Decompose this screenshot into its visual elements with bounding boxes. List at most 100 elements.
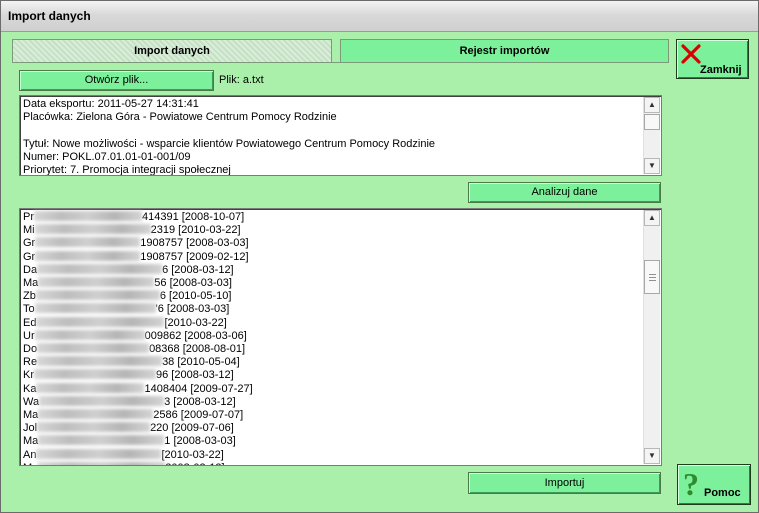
import-button[interactable]: Importuj [468, 472, 661, 494]
scroll-down-icon[interactable]: ▼ [644, 158, 660, 174]
record-row[interactable]: Da 6 [2008-03-12] [23, 263, 641, 277]
scroll-thumb[interactable] [644, 114, 660, 130]
record-row[interactable]: Re 38 [2010-05-04] [23, 356, 641, 369]
export-info-text: Data eksportu: 2011-05-27 14:31:41 Placów… [23, 98, 641, 175]
redacted-text [38, 409, 154, 420]
redacted-text [35, 290, 160, 301]
record-row[interactable]: Ed [2010-03-22] [23, 316, 641, 330]
record-id-date: 1 [2008-03-03] [164, 435, 236, 448]
record-row[interactable]: Ur 009862 [2008-03-06] [23, 329, 641, 343]
redacted-text [36, 448, 162, 459]
close-button[interactable]: Zamknij [676, 39, 749, 79]
record-name-prefix: Ma [23, 277, 39, 290]
record-name-prefix: Ka [23, 382, 37, 395]
redacted-text [34, 369, 156, 380]
record-row[interactable]: Jol 220 [2009-07-06] [23, 422, 641, 435]
record-id-date: 96 [2008-03-12] [156, 369, 234, 382]
record-name-prefix: Zb [23, 290, 36, 303]
redacted-text [34, 303, 156, 314]
title-bar[interactable]: Import danych [1, 1, 758, 32]
record-id-date: 1408404 [2009-07-27] [144, 382, 253, 395]
redacted-text [36, 382, 145, 393]
help-button[interactable]: ? Pomoc [677, 464, 751, 505]
record-id-date: [2010-03-22] [161, 448, 224, 461]
redacted-text [38, 277, 155, 288]
redacted-text [34, 211, 142, 221]
records-list[interactable]: Pr 414391 [2008-10-07] Mi 2319 [2010-03-22]… [19, 208, 662, 466]
record-id-date: 220 [2009-07-06] [150, 422, 234, 435]
info-line: Data eksportu: 2011-05-27 14:31:41 [23, 98, 199, 110]
record-row[interactable]: To '6 [2008-03-03] [23, 303, 641, 316]
tab-panel-border [12, 62, 668, 63]
scroll-up-icon[interactable]: ▲ [644, 97, 660, 113]
record-id-date: 414391 [2008-10-07] [142, 211, 245, 223]
open-file-button[interactable]: Otwórz plik... [19, 70, 214, 91]
record-row[interactable]: Do 08368 [2008-08-01] [23, 343, 641, 356]
record-id-date: 2319 [2010-03-22] [150, 224, 241, 237]
record-name-prefix: Gr [23, 237, 36, 250]
tab-import-danych[interactable]: Import danych [12, 39, 332, 63]
record-name-prefix: An [23, 448, 37, 461]
record-id-date: 1908757 [2008-03-03] [140, 237, 249, 250]
record-id-date: 009862 [2008-03-06] [144, 329, 247, 342]
tab-rejestr-importow[interactable]: Rejestr importów [340, 39, 669, 63]
redacted-text [34, 224, 151, 235]
record-id-date: 1908757 [2009-02-12] [140, 250, 249, 263]
record-row[interactable]: Gr 1908757 [2008-03-03] [23, 237, 641, 250]
window-title: Import danych [8, 9, 91, 23]
help-button-label: Pomoc [704, 487, 741, 499]
record-row[interactable]: Zb 6 [2010-05-10] [23, 290, 641, 303]
record-name-prefix: Ed [23, 316, 37, 329]
record-id-date: 3 [2008-03-12] [164, 395, 236, 408]
redacted-text [34, 329, 145, 340]
redacted-text [35, 237, 141, 248]
info-scrollbar[interactable]: ▲ ▼ [643, 97, 660, 174]
record-row[interactable]: Kr 96 [2008-03-12] [23, 369, 641, 382]
scroll-down-icon[interactable]: ▼ [644, 448, 660, 464]
redacted-text [37, 422, 151, 433]
record-row[interactable]: An [2010-03-22] [23, 448, 641, 462]
records-list-content: Pr 414391 [2008-10-07] Mi 2319 [2010-03-22]… [23, 211, 641, 465]
record-row[interactable]: Ka 1408404 [2009-07-27] [23, 382, 641, 396]
redacted-text [39, 395, 165, 406]
record-row[interactable]: Pr 414391 [2008-10-07] [23, 211, 641, 224]
redacted-text [37, 356, 163, 367]
record-name-prefix: Ma [23, 435, 39, 448]
redacted-text [37, 343, 150, 354]
close-icon [681, 44, 701, 64]
info-line: Tytuł: Nowe możliwości - wsparcie klient… [23, 137, 436, 150]
scroll-up-icon[interactable]: ▲ [644, 210, 660, 226]
record-name-prefix: Pr [23, 211, 34, 223]
record-name-prefix: Ur [23, 329, 35, 342]
record-name-prefix: Re [23, 356, 38, 369]
record-name-prefix: Jol [23, 422, 38, 435]
file-label: Plik: a.txt [219, 74, 264, 86]
record-name-prefix: Wa [23, 395, 40, 408]
record-id-date: 38 [2010-05-04] [162, 356, 240, 369]
record-row[interactable]: Ma 56 [2008-03-03] [23, 277, 641, 290]
record-id-date: [2010-03-22] [164, 316, 227, 329]
scroll-thumb[interactable] [644, 260, 660, 294]
record-id-date: 6 [2008-03-12] [162, 263, 234, 276]
record-id-date: 56 [2008-03-03] [154, 277, 232, 290]
redacted-text [38, 435, 165, 446]
record-row[interactable]: Ma 2586 [2009-07-07] [23, 409, 641, 422]
redacted-text [35, 250, 141, 261]
question-mark-icon: ? [683, 468, 699, 501]
record-row[interactable]: Ma 2008-03-12] [23, 461, 641, 465]
record-row[interactable]: Ma 1 [2008-03-03] [23, 435, 641, 448]
info-line: Numer: POKL.07.01.01-01-001/09 [23, 150, 191, 163]
record-id-date: '6 [2008-03-03] [155, 303, 230, 316]
redacted-text [38, 461, 166, 465]
export-info-textbox[interactable]: Data eksportu: 2011-05-27 14:31:41 Placów… [19, 95, 662, 176]
record-row[interactable]: Gr 1908757 [2009-02-12] [23, 250, 641, 264]
record-name-prefix: Da [23, 263, 38, 276]
record-name-prefix: Gr [23, 250, 36, 263]
record-row[interactable]: Mi 2319 [2010-03-22] [23, 224, 641, 237]
analyze-data-button[interactable]: Analizuj dane [468, 182, 661, 203]
svg-text:?: ? [683, 468, 699, 501]
record-row[interactable]: Wa 3 [2008-03-12] [23, 395, 641, 409]
records-scrollbar[interactable]: ▲ ▼ [643, 210, 660, 464]
record-id-date: 2008-03-12] [165, 462, 224, 465]
record-name-prefix: To [23, 303, 35, 316]
